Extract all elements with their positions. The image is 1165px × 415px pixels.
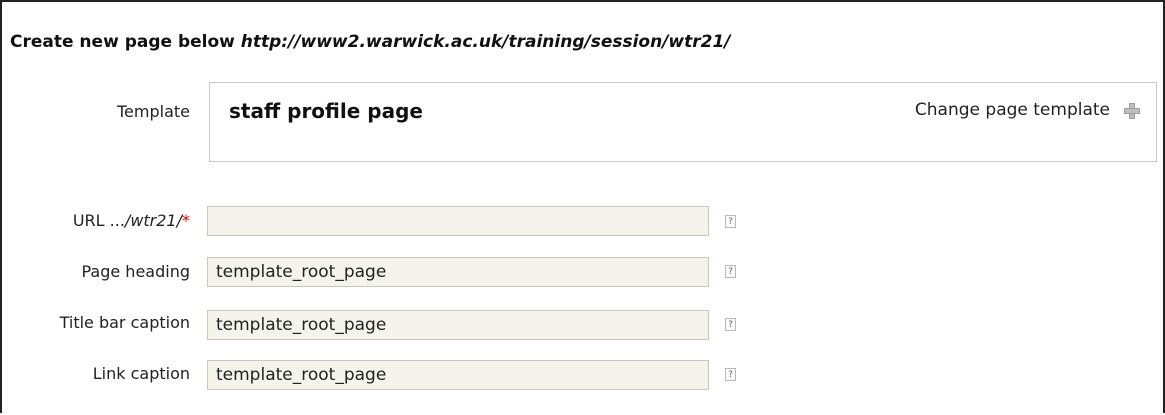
change-template-link[interactable]: Change page template — [915, 100, 1110, 120]
template-box: staff profile page Change page template — [209, 82, 1157, 162]
parent-page-url: http://www2.warwick.ac.uk/training/sessi… — [240, 32, 731, 52]
url-label: URL .../wtr21/* — [0, 211, 190, 230]
page-title: Create new page below http://www2.warwic… — [10, 32, 731, 52]
page-heading-input[interactable] — [207, 257, 709, 287]
help-icon[interactable]: ? — [725, 368, 736, 381]
help-icon[interactable]: ? — [725, 265, 736, 278]
help-icon[interactable]: ? — [725, 318, 736, 331]
link-caption-label: Link caption — [92, 364, 190, 383]
url-input[interactable] — [207, 206, 709, 236]
page-heading-label: Page heading — [81, 262, 190, 281]
title-bar-caption-label: Title bar caption — [59, 313, 190, 332]
url-label-prefix: URL ... — [72, 211, 125, 230]
template-name: staff profile page — [229, 99, 423, 123]
required-marker: * — [182, 211, 190, 230]
plus-icon[interactable] — [1124, 103, 1140, 119]
link-caption-input[interactable] — [207, 360, 709, 390]
help-icon[interactable]: ? — [725, 215, 736, 228]
page-title-prefix: Create new page below — [10, 32, 241, 52]
title-bar-caption-input[interactable] — [207, 310, 709, 340]
url-label-path: /wtr21/ — [124, 211, 182, 230]
template-label: Template — [116, 102, 190, 121]
